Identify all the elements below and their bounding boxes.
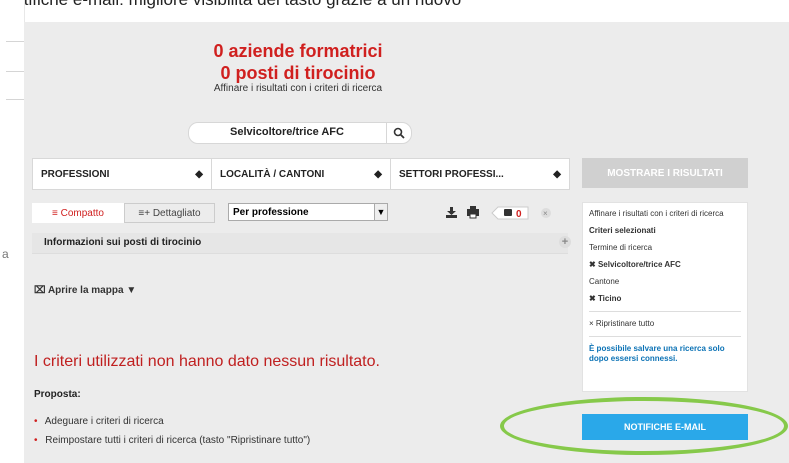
close-icon: ×: [589, 319, 596, 328]
result-actions: 0 ×: [446, 203, 570, 223]
left-strip-divider: [6, 71, 24, 72]
sort-select-value: Per professione: [233, 206, 309, 218]
list-item: • Reimpostare tutti i criteri di ricerca…: [34, 435, 310, 446]
no-results-message: I criteri utilizzati non hanno dato ness…: [34, 353, 380, 370]
refine-subtitle: Affinare i risultati con i criteri di ri…: [213, 83, 383, 94]
search-box[interactable]: Selvicoltore/trice AFC: [188, 122, 412, 144]
reset-all-label: Ripristinare tutto: [595, 319, 655, 328]
filter-bar: PROFESSIONI ◆ LOCALITÀ / CANTONI ◆ SETTO…: [32, 158, 570, 190]
canton-label: Cantone: [589, 277, 620, 286]
toolbar-icons-svg: 0 ×: [446, 206, 551, 220]
save-hint-link[interactable]: È possibile salvare una ricerca solo dop…: [589, 344, 741, 364]
detailed-view-button[interactable]: ≡+ Dettagliato: [124, 203, 215, 223]
saved-list-tab[interactable]: 0: [491, 206, 529, 220]
bullet-icon: •: [34, 435, 38, 446]
close-icon[interactable]: ×: [541, 208, 551, 218]
left-strip: a: [0, 0, 25, 463]
dropdown-arrow-icon: ▼: [374, 204, 387, 220]
refine-text: Affinare i risultati con i criteri di ri…: [589, 209, 724, 218]
highlight-circle-annotation: [500, 397, 788, 455]
proposal-text: Reimpostare tutti i criteri di ricerca (…: [45, 435, 311, 446]
remove-icon[interactable]: ✖: [589, 294, 598, 303]
search-button[interactable]: [386, 123, 411, 143]
view-toolbar: ≡ Compatto ≡+ Dettagliato Per profession…: [32, 203, 568, 223]
sidebar: MOSTRARE I RISULTATI Affinare i risultat…: [572, 22, 789, 463]
info-section-label: Informazioni sui posti di tirocinio: [44, 237, 202, 248]
dropdown-arrow-icon: ▼: [126, 285, 137, 296]
open-map-link[interactable]: ⌧ Aprire la mappa ▼: [34, 285, 136, 296]
filter-professions-label: PROFESSIONI: [41, 168, 110, 180]
top-banner-text: Notifiche e-mail: migliore visibilità de…: [0, 0, 789, 13]
bullet-icon: •: [34, 416, 38, 427]
search-term-value: Selvicoltore/trice AFC: [597, 260, 681, 269]
search-input[interactable]: Selvicoltore/trice AFC: [189, 126, 385, 138]
canton-chip[interactable]: ✖ Ticino: [589, 294, 741, 304]
left-strip-divider: [6, 99, 24, 100]
reset-all-link[interactable]: × Ripristinare tutto: [589, 319, 741, 329]
proposal-text: Adeguare i criteri di ricerca: [44, 416, 164, 427]
remove-icon[interactable]: ✖: [589, 260, 598, 269]
left-strip-divider: [6, 41, 24, 42]
sort-arrows-icon: ◆: [195, 168, 203, 180]
svg-text:×: ×: [543, 209, 548, 218]
selected-criteria-title: Criteri selezionati: [589, 226, 656, 235]
saved-count: 0: [516, 209, 522, 220]
plus-icon[interactable]: +: [559, 236, 571, 248]
sort-arrows-icon: ◆: [553, 168, 561, 180]
info-section-toggle[interactable]: Informazioni sui posti di tirocinio +: [32, 233, 571, 254]
search-icon: [393, 127, 405, 139]
filter-sectors-label: SETTORI PROFESSI...: [399, 168, 504, 180]
map-icon: ⌧: [34, 285, 48, 296]
download-icon[interactable]: [446, 207, 457, 218]
filter-professions[interactable]: PROFESSIONI ◆: [33, 159, 212, 189]
compact-view-button[interactable]: ≡ Compatto: [32, 203, 124, 223]
left-strip-glyph: a: [2, 247, 9, 261]
companies-count: 0 aziende formatrici: [213, 41, 383, 61]
filter-locations[interactable]: LOCALITÀ / CANTONI ◆: [212, 159, 391, 189]
main-results-panel: 0 aziende formatrici 0 posti di tirocini…: [24, 22, 572, 463]
proposal-list: • Adeguare i criteri di ricerca • Reimpo…: [34, 416, 310, 454]
sort-select[interactable]: Per professione ▼: [228, 203, 388, 221]
open-map-label: Aprire la mappa: [47, 285, 124, 296]
filter-sectors[interactable]: SETTORI PROFESSI... ◆: [391, 159, 569, 189]
divider: [589, 311, 741, 312]
divider: [589, 336, 741, 337]
filter-locations-label: LOCALITÀ / CANTONI: [220, 168, 325, 180]
list-item: • Adeguare i criteri di ricerca: [34, 416, 310, 427]
print-icon[interactable]: [467, 206, 479, 219]
proposal-title: Proposta:: [34, 389, 81, 400]
positions-count: 0 posti di tirocinio: [220, 63, 376, 83]
sort-arrows-icon: ◆: [374, 168, 382, 180]
canton-value: Ticino: [597, 294, 622, 303]
selected-criteria-panel: Affinare i risultati con i criteri di ri…: [582, 202, 748, 392]
search-term-label: Termine di ricerca: [589, 243, 653, 252]
search-term-chip[interactable]: ✖ Selvicoltore/trice AFC: [589, 260, 741, 270]
show-results-button[interactable]: MOSTRARE I RISULTATI: [582, 158, 748, 188]
